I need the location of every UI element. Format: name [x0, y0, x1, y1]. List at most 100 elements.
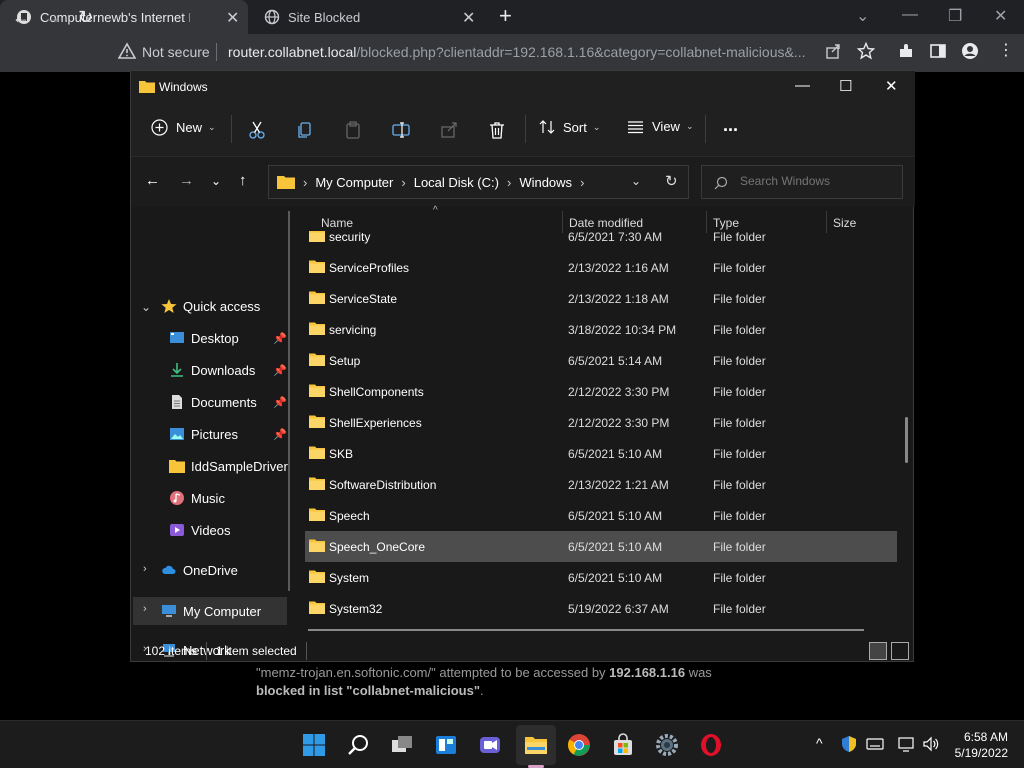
- nav-scrollbar[interactable]: [288, 211, 290, 591]
- chevron-down-icon[interactable]: ⌄: [856, 6, 869, 26]
- chrome-icon[interactable]: [567, 733, 591, 757]
- pin-icon[interactable]: 📌: [273, 428, 287, 441]
- address-dropdown-chevron-icon[interactable]: ⌄: [631, 174, 641, 188]
- file-row[interactable]: System 6/5/2021 5:10 AM File folder: [305, 562, 897, 593]
- widgets-icon[interactable]: [434, 733, 458, 757]
- paste-icon[interactable]: [343, 120, 363, 140]
- file-row[interactable]: SKB 6/5/2021 5:10 AM File folder: [305, 438, 897, 469]
- nav-pictures[interactable]: Pictures: [169, 420, 238, 448]
- column-type[interactable]: Type: [713, 216, 739, 230]
- file-row[interactable]: ShellComponents 2/12/2022 3:30 PM File fol…: [305, 376, 897, 407]
- new-tab-icon[interactable]: +: [499, 5, 512, 27]
- forward-arrow-icon[interactable]: →: [179, 172, 194, 189]
- restore-icon[interactable]: ❐: [948, 6, 962, 26]
- more-options-button[interactable]: ...: [723, 115, 738, 136]
- warning-icon[interactable]: [118, 42, 136, 60]
- reload-icon[interactable]: ↻: [78, 7, 93, 28]
- file-row[interactable]: ShellExperiences 2/12/2022 3:30 PM File fo…: [305, 407, 897, 438]
- profile-icon[interactable]: [961, 42, 979, 60]
- store-icon[interactable]: [611, 733, 635, 757]
- file-row[interactable]: Setup 6/5/2021 5:14 AM File folder: [305, 345, 897, 376]
- minimize-icon[interactable]: —: [902, 6, 918, 24]
- search-input[interactable]: [740, 174, 890, 188]
- file-row[interactable]: System32 5/19/2022 6:37 AM File folder: [305, 593, 897, 624]
- file-row[interactable]: SoftwareDistribution 2/13/2022 1:21 AM Fil…: [305, 469, 897, 500]
- tab-site-blocked[interactable]: Site Blocked ✕: [248, 0, 488, 34]
- address-breadcrumb-bar[interactable]: › My Computer › Local Disk (C:) › Windows › ⌄ …: [268, 165, 689, 199]
- column-divider[interactable]: [706, 211, 707, 233]
- share-icon[interactable]: [824, 42, 842, 60]
- pin-icon[interactable]: 📌: [273, 396, 287, 409]
- chevron-right-icon[interactable]: ›: [143, 563, 147, 575]
- extensions-icon[interactable]: [897, 42, 915, 60]
- nav-music[interactable]: Music: [169, 484, 225, 512]
- chevron-right-icon[interactable]: ›: [143, 603, 147, 615]
- display-icon[interactable]: [898, 735, 916, 753]
- share-icon[interactable]: [439, 120, 459, 140]
- tab-close-icon[interactable]: ✕: [462, 8, 475, 28]
- maximize-icon[interactable]: ☐: [839, 77, 852, 95]
- nav-desktop[interactable]: Desktop: [169, 324, 239, 352]
- view-button[interactable]: View ⌄: [627, 119, 694, 134]
- column-size[interactable]: Size: [833, 216, 856, 230]
- tab-close-icon[interactable]: ✕: [226, 8, 239, 28]
- nav-onedrive[interactable]: OneDrive: [161, 556, 238, 584]
- refresh-icon[interactable]: ↻: [665, 172, 678, 190]
- cut-icon[interactable]: [247, 120, 267, 140]
- file-row[interactable]: Speech_OneCore 6/5/2021 5:10 AM File folde…: [305, 531, 897, 562]
- system-clock[interactable]: 6:58 AM 5/19/2022: [940, 729, 1008, 761]
- column-date-modified[interactable]: Date modified: [569, 216, 643, 230]
- copy-icon[interactable]: [295, 120, 315, 140]
- windows-start-icon[interactable]: [302, 733, 326, 757]
- sort-button[interactable]: Sort ⌄: [539, 119, 600, 135]
- recent-locations-chevron-icon[interactable]: ⌄: [211, 174, 221, 188]
- nav-videos[interactable]: Videos: [169, 516, 231, 544]
- breadcrumb-windows[interactable]: Windows: [519, 175, 572, 190]
- file-explorer-icon[interactable]: [524, 733, 548, 757]
- back-arrow-icon[interactable]: ←: [145, 172, 160, 189]
- file-row[interactable]: ServiceProfiles 2/13/2022 1:16 AM File fol…: [305, 252, 897, 283]
- chevron-up-icon[interactable]: ^: [816, 735, 834, 753]
- file-row[interactable]: servicing 3/18/2022 10:34 PM File folder: [305, 314, 897, 345]
- url-text[interactable]: router.collabnet.local/blocked.php?clien…: [228, 44, 812, 60]
- security-label[interactable]: Not secure: [142, 44, 210, 60]
- chevron-right-icon[interactable]: ›: [401, 175, 405, 190]
- side-panel-icon[interactable]: [929, 42, 947, 60]
- tiles-view-icon[interactable]: [891, 642, 909, 660]
- column-divider[interactable]: [562, 211, 563, 233]
- list-vertical-scrollbar[interactable]: [905, 417, 908, 463]
- chevron-down-icon[interactable]: ⌄: [141, 300, 151, 314]
- nav-iddsampledriver[interactable]: IddSampleDriver: [169, 452, 288, 480]
- opera-icon[interactable]: [699, 733, 723, 757]
- star-icon[interactable]: [857, 42, 875, 60]
- back-arrow-icon[interactable]: ←: [12, 7, 30, 28]
- close-icon[interactable]: ✕: [885, 77, 898, 95]
- file-row[interactable]: Speech 6/5/2021 5:10 AM File folder: [305, 500, 897, 531]
- nav-downloads[interactable]: Downloads: [169, 356, 255, 384]
- list-horizontal-scrollbar[interactable]: [308, 629, 864, 631]
- close-window-icon[interactable]: ✕: [994, 6, 1007, 26]
- tab-pub-hub[interactable]: Computernewb's Internet Pub Hu ✕: [0, 0, 248, 34]
- breadcrumb-my-computer[interactable]: My Computer: [315, 175, 393, 190]
- chevron-right-icon[interactable]: ›: [580, 175, 584, 190]
- column-divider[interactable]: [826, 211, 827, 233]
- file-row[interactable]: security 6/5/2021 7:30 AM File folder: [305, 231, 897, 252]
- task-view-icon[interactable]: [390, 733, 414, 757]
- delete-icon[interactable]: [487, 120, 507, 140]
- keyboard-icon[interactable]: [866, 735, 884, 753]
- volume-icon[interactable]: [922, 735, 940, 753]
- breadcrumb-local-disk[interactable]: Local Disk (C:): [414, 175, 499, 190]
- nav-documents[interactable]: Documents: [169, 388, 257, 416]
- details-view-icon[interactable]: [869, 642, 887, 660]
- nav-my-computer[interactable]: My Computer: [161, 597, 261, 625]
- pin-icon[interactable]: 📌: [273, 332, 287, 345]
- search-icon[interactable]: [346, 733, 370, 757]
- file-row[interactable]: ServiceState 2/13/2022 1:18 AM File folder: [305, 283, 897, 314]
- kebab-menu-icon[interactable]: ⋮: [998, 40, 1014, 60]
- up-arrow-icon[interactable]: ↑: [239, 172, 247, 189]
- settings-gear-icon[interactable]: [655, 733, 679, 757]
- nav-quick-access[interactable]: Quick access: [161, 292, 260, 320]
- chevron-right-icon[interactable]: ›: [507, 175, 511, 190]
- minimize-icon[interactable]: —: [795, 77, 810, 94]
- rename-icon[interactable]: [391, 120, 411, 140]
